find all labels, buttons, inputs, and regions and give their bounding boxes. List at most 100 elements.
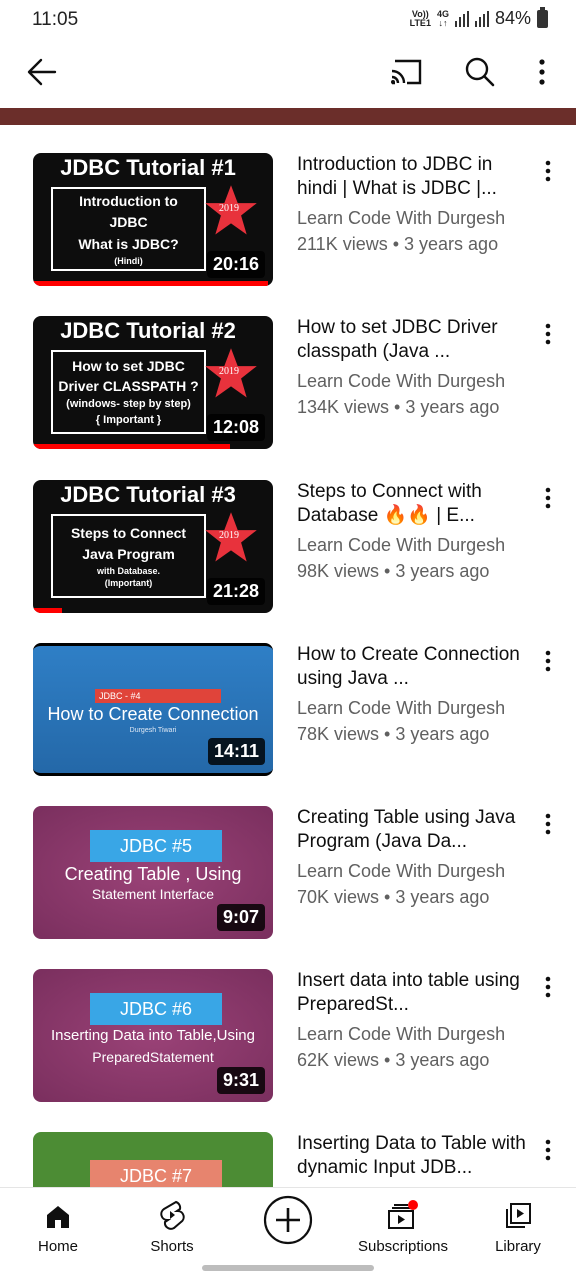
duration-badge: 12:08 (206, 414, 265, 441)
video-meta: 98K views • 3 years ago (297, 561, 490, 581)
video-menu-button[interactable] (536, 318, 560, 350)
video-item[interactable]: JDBC Tutorial #3 Steps to Connect Java P… (0, 452, 576, 615)
channel-name: Learn Code With Durgesh (297, 371, 506, 391)
video-menu-button[interactable] (536, 155, 560, 187)
thumb-line: with Database. (96, 566, 161, 576)
video-title[interactable]: Creating Table using Java Program (Java … (297, 806, 535, 854)
thumb-line: Java Program (82, 546, 175, 562)
duration-badge: 9:31 (216, 1067, 265, 1094)
video-list: JDBC Tutorial #1 Introduction to JDBC Wh… (0, 125, 576, 1187)
video-item[interactable]: JDBC - #4 How to Create Connection Durge… (0, 615, 576, 778)
video-title[interactable]: How to set JDBC Driver classpath (Java .… (297, 316, 535, 364)
more-vert-icon (545, 160, 551, 182)
duration-badge: 21:28 (206, 578, 265, 605)
video-item[interactable]: JDBC Tutorial #1 Introduction to JDBC Wh… (0, 125, 576, 288)
nav-library-label: Library (495, 1238, 541, 1255)
search-icon (465, 57, 495, 87)
video-menu-button[interactable] (536, 645, 560, 677)
thumb-subtitle: Durgesh Tiwari (129, 727, 177, 734)
thumb-text-box: Steps to Connect Java Program with Datab… (51, 514, 206, 598)
thumb-line: (Hindi) (114, 256, 143, 266)
video-menu-button[interactable] (536, 971, 560, 1003)
thumb-text-box: Introduction to JDBC What is JDBC? (Hind… (51, 187, 206, 271)
thumb-tag: JDBC #6 (90, 993, 222, 1025)
video-thumbnail[interactable]: JDBC Tutorial #3 Steps to Connect Java P… (33, 480, 273, 613)
nav-home[interactable]: Home (18, 1188, 98, 1258)
video-thumbnail[interactable]: JDBC #7 (33, 1132, 273, 1187)
video-meta: 70K views • 3 years ago (297, 887, 490, 907)
video-menu-button[interactable] (536, 808, 560, 840)
more-vert-icon (545, 976, 551, 998)
thumb-heading: JDBC Tutorial #3 (60, 482, 236, 507)
thumb-heading: JDBC Tutorial #2 (60, 318, 236, 343)
video-title[interactable]: Steps to Connect with Database 🔥🔥 | E... (297, 480, 535, 528)
nav-shorts[interactable]: Shorts (132, 1188, 212, 1258)
nav-shorts-label: Shorts (150, 1238, 194, 1255)
thumb-line: { Important } (95, 414, 162, 426)
watch-progress-bar (33, 281, 269, 286)
video-item[interactable]: JDBC #7 Inserting Data to Table with dyn… (0, 1104, 576, 1187)
shorts-icon (160, 1200, 185, 1230)
duration-badge: 14:11 (207, 738, 265, 765)
more-vert-icon (545, 487, 551, 509)
thumb-line: Driver CLASSPATH ? (58, 378, 199, 394)
video-menu-button[interactable] (536, 482, 560, 514)
cast-button[interactable] (386, 52, 426, 92)
more-vert-icon (545, 1139, 551, 1161)
thumb-tag: JDBC - #4 (95, 689, 221, 703)
thumb-heading: JDBC Tutorial #1 (60, 155, 236, 180)
home-icon (47, 1206, 69, 1228)
signal-icon-2 (474, 10, 489, 27)
thumb-line: (Important) (104, 578, 153, 588)
more-vert-icon (545, 323, 551, 345)
video-thumbnail[interactable]: JDBC #6 Inserting Data into Table,Using … (33, 969, 273, 1102)
thumb-line: JDBC (109, 214, 148, 230)
channel-name: Learn Code With Durgesh (297, 535, 506, 555)
video-title[interactable]: Insert data into table using PreparedSt.… (297, 969, 535, 1017)
gesture-home-indicator[interactable] (202, 1265, 374, 1271)
thumb-line: (windows- step by step) (66, 398, 191, 410)
back-button[interactable] (22, 52, 62, 92)
thumb-subtitle: Statement Interface (91, 886, 215, 902)
thumb-title: Inserting Data into Table,Using (50, 1027, 255, 1044)
thumb-tag: JDBC #5 (90, 830, 222, 862)
nav-home-label: Home (37, 1238, 78, 1255)
battery-level: 84% (494, 8, 531, 28)
nav-subscriptions[interactable]: Subscriptions (353, 1188, 453, 1258)
battery-icon (537, 6, 548, 28)
video-thumbnail[interactable]: JDBC Tutorial #1 Introduction to JDBC Wh… (33, 153, 273, 286)
duration-badge: 9:07 (216, 904, 265, 931)
watch-progress-bar (33, 444, 230, 449)
video-menu-button[interactable] (536, 1134, 560, 1166)
nav-create[interactable] (262, 1188, 314, 1258)
channel-name: Learn Code With Durgesh (297, 861, 506, 881)
video-item[interactable]: JDBC Tutorial #2 How to set JDBC Driver … (0, 288, 576, 451)
duration-badge: 20:16 (206, 251, 265, 278)
video-title[interactable]: Inserting Data to Table with dynamic Inp… (297, 1132, 535, 1180)
signal-icon (454, 10, 469, 27)
video-meta: 62K views • 3 years ago (297, 1050, 490, 1070)
more-vert-icon (545, 813, 551, 835)
volte-indicator: Vo)) LTE1 (409, 8, 431, 28)
thumb-badge: 2019 (219, 530, 239, 541)
more-options-button[interactable] (524, 52, 560, 92)
search-button[interactable] (460, 52, 500, 92)
thumb-line: Introduction to (79, 193, 178, 209)
video-meta: 78K views • 3 years ago (297, 724, 490, 744)
subscriptions-icon (388, 1200, 418, 1229)
video-item[interactable]: JDBC #6 Inserting Data into Table,Using … (0, 941, 576, 1104)
thumb-tag: JDBC #7 (90, 1160, 222, 1187)
video-title[interactable]: Introduction to JDBC in hindi | What is … (297, 153, 535, 201)
video-thumbnail[interactable]: JDBC #5 Creating Table , Using Statement… (33, 806, 273, 939)
video-thumbnail[interactable]: JDBC Tutorial #2 How to set JDBC Driver … (33, 316, 273, 449)
channel-name: Learn Code With Durgesh (297, 208, 506, 228)
thumb-badge: 2019 (219, 366, 239, 377)
nav-library[interactable]: Library (478, 1188, 558, 1258)
video-title[interactable]: How to Create Connection using Java ... (297, 643, 535, 691)
thumb-line: Steps to Connect (70, 525, 187, 541)
video-item[interactable]: JDBC #5 Creating Table , Using Statement… (0, 778, 576, 941)
watch-progress-bar (33, 608, 62, 613)
video-thumbnail[interactable]: JDBC - #4 How to Create Connection Durge… (33, 643, 273, 776)
thumb-line: How to set JDBC (72, 358, 185, 374)
thumb-title: Creating Table , Using (64, 864, 242, 884)
